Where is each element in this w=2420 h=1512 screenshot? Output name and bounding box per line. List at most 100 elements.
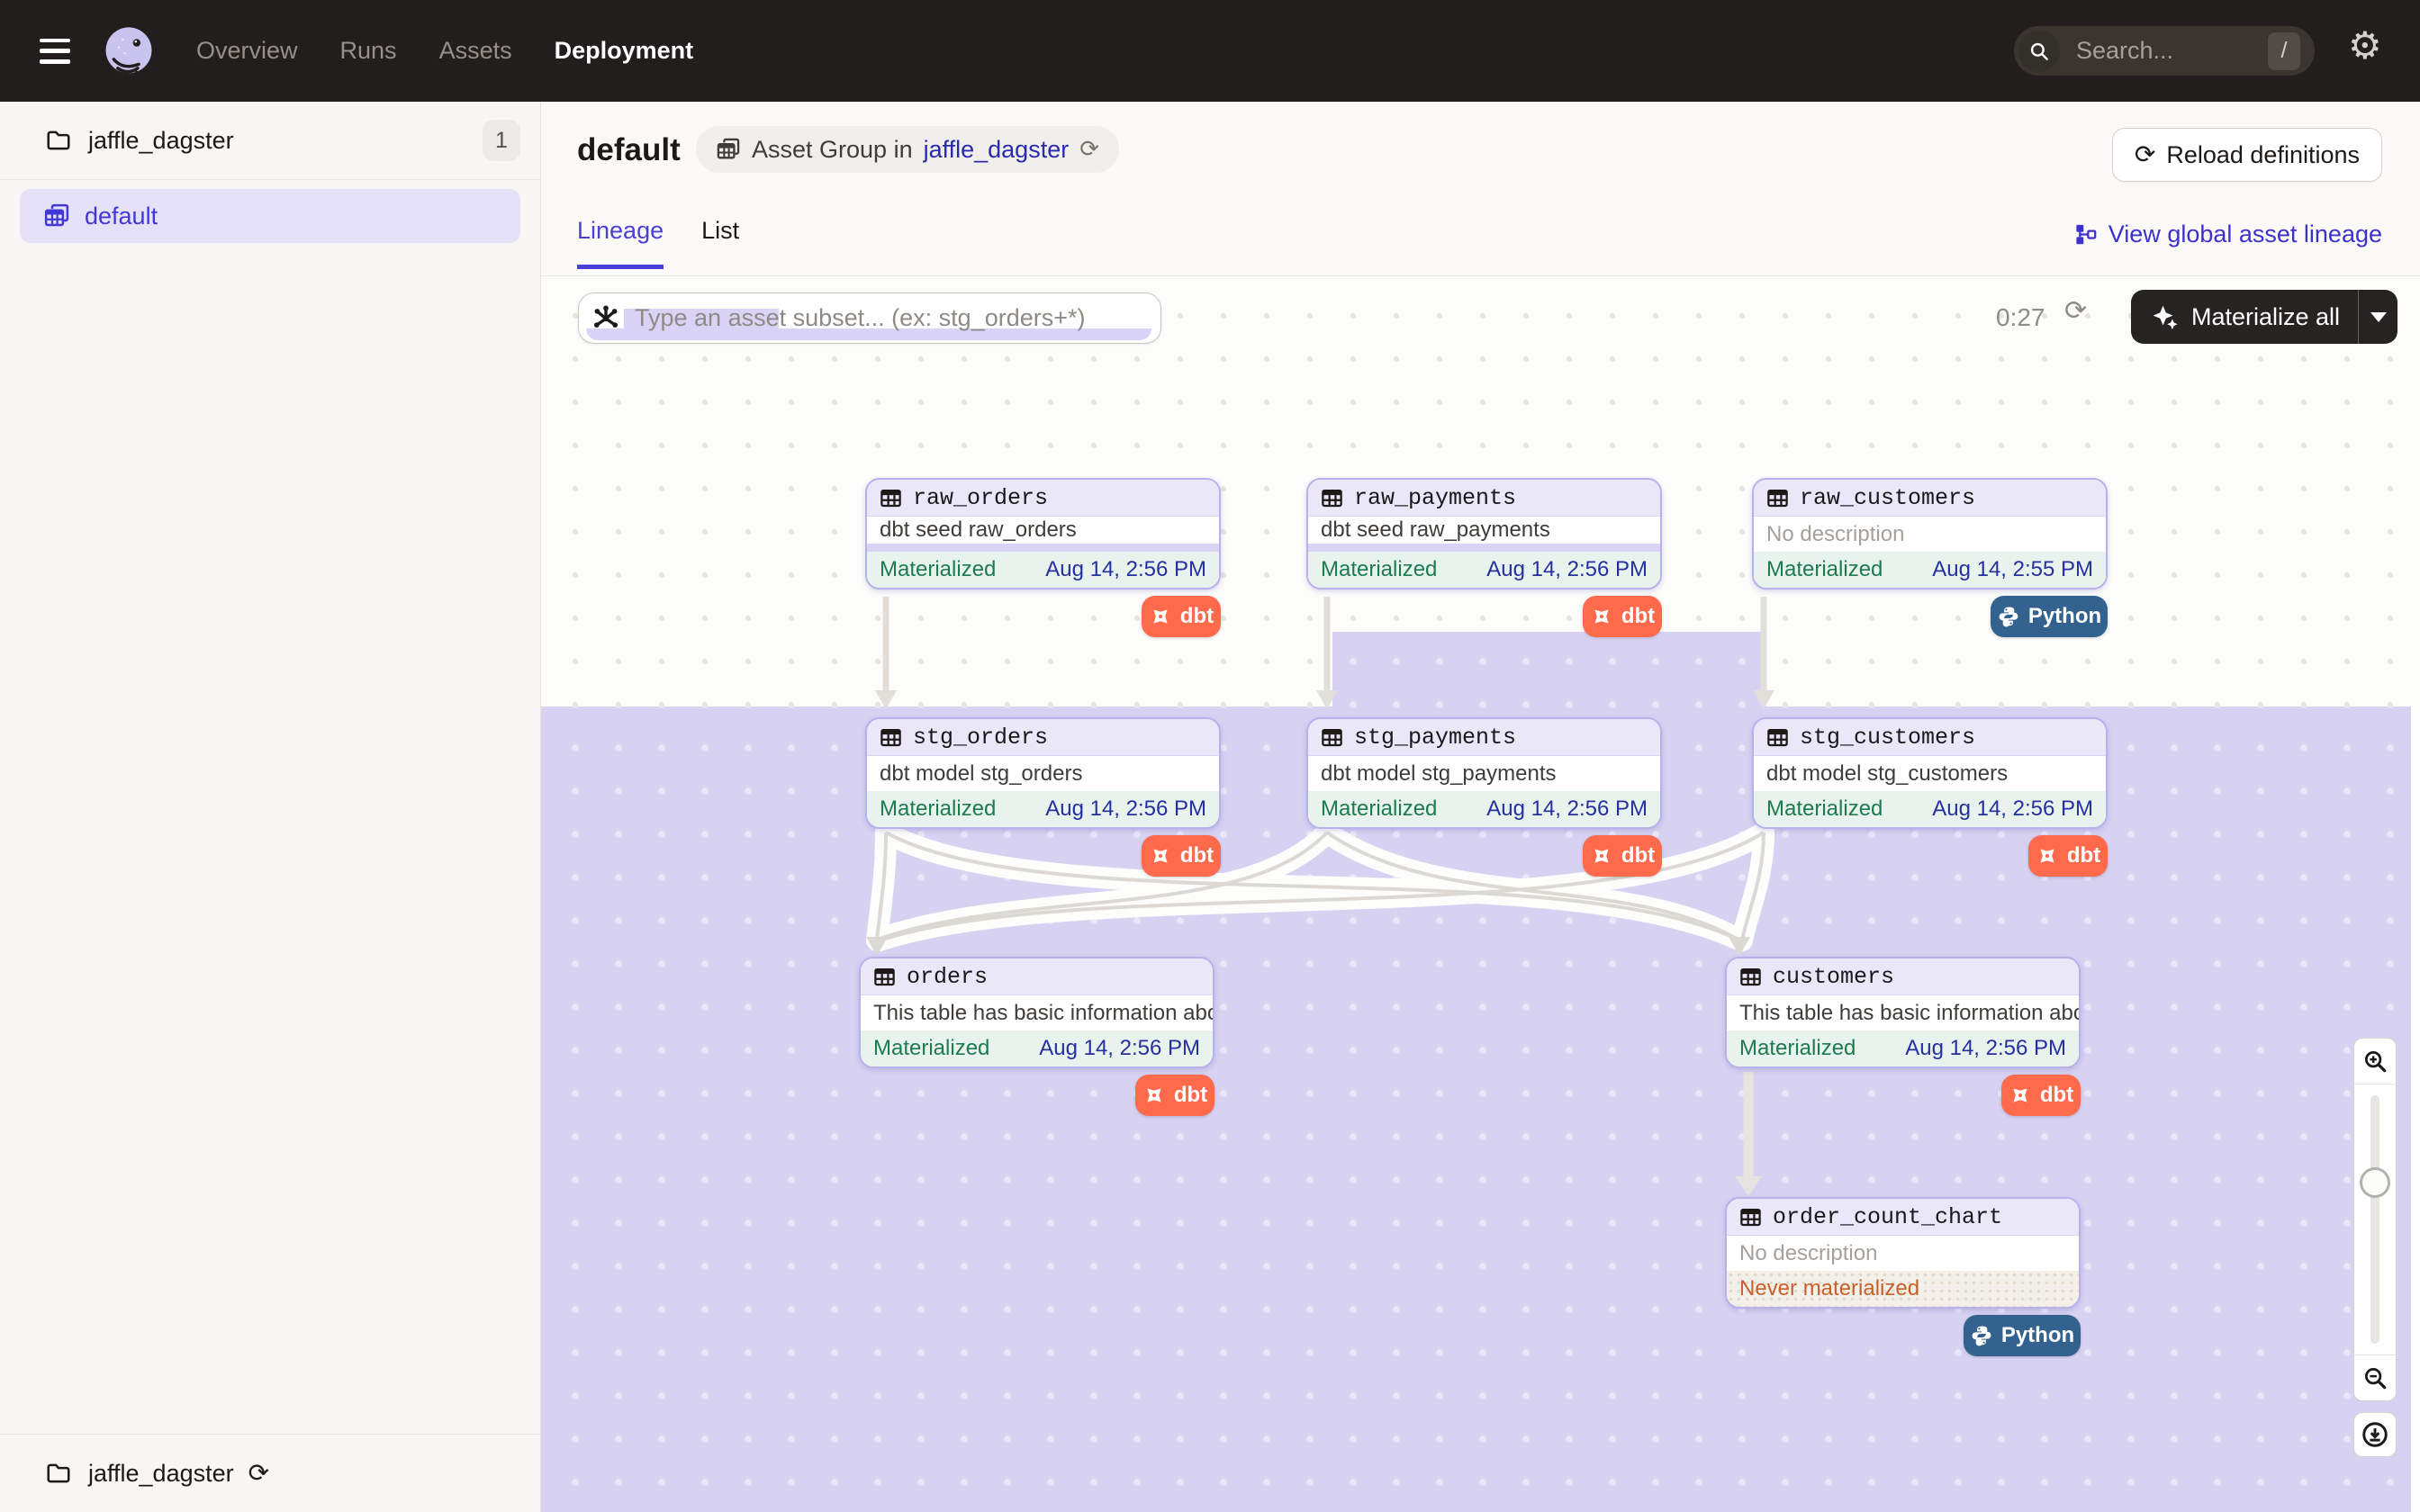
asset-node-header: stg_orders — [867, 719, 1219, 756]
table-icon — [1738, 965, 1763, 989]
view-global-asset-lineage-label: View global asset lineage — [2108, 220, 2382, 248]
dbt-icon — [1590, 605, 1613, 628]
page-header: default Asset Group in jaffle_dagster ⟳ … — [541, 102, 2420, 276]
asset-status-bar: Materialized Aug 14, 2:56 PM — [1308, 552, 1660, 588]
materialize-all-label: Materialize all — [2191, 303, 2340, 331]
dbt-badge: dbt — [1583, 835, 1662, 877]
table-icon — [879, 725, 903, 750]
search-shortcut-key: / — [2268, 32, 2300, 70]
asset-node-raw_customers[interactable]: raw_customers No description Materialize… — [1752, 478, 2108, 590]
selection-region — [1332, 632, 1764, 707]
python-badge: Python — [1991, 596, 2108, 637]
asset-node-raw_orders[interactable]: raw_orders dbt seed raw_orders Materiali… — [865, 478, 1221, 590]
asset-node-raw_payments[interactable]: raw_payments dbt seed raw_payments Mater… — [1306, 478, 1662, 590]
refresh-icon[interactable]: ⟳ — [248, 1461, 269, 1486]
refresh-icon[interactable]: ⟳ — [2064, 298, 2087, 325]
status-label: Materialized — [1766, 557, 1883, 582]
asset-description: dbt model stg_customers — [1754, 756, 2106, 791]
asset-filter-input[interactable]: Type an asset subset... (ex: stg_orders+… — [578, 292, 1161, 344]
status-label: Materialized — [880, 557, 996, 582]
status-label: Never materialized — [1739, 1276, 1919, 1301]
reload-definitions-label: Reload definitions — [2166, 141, 2360, 169]
zoom-in-button[interactable] — [2354, 1039, 2396, 1084]
zoom-controls — [2353, 1038, 2397, 1401]
nav-item-assets[interactable]: Assets — [439, 37, 512, 65]
selection-strip — [1308, 544, 1660, 552]
zoom-slider[interactable] — [2354, 1084, 2396, 1355]
status-time: Aug 14, 2:56 PM — [1039, 1036, 1200, 1061]
asset-lineage-canvas[interactable]: Type an asset subset... (ex: stg_orders+… — [541, 276, 2420, 1512]
search-input[interactable]: Search... / — [2014, 26, 2315, 76]
asset-node-order_count_chart[interactable]: order_count_chart No description Never m… — [1725, 1197, 2081, 1309]
zoom-out-button[interactable] — [2354, 1355, 2396, 1400]
asset-group-pill: Asset Group in jaffle_dagster ⟳ — [696, 126, 1119, 173]
reload-definitions-button[interactable]: ⟳ Reload definitions — [2112, 128, 2382, 182]
asset-name: stg_payments — [1354, 724, 1516, 751]
dbt-icon — [2009, 1084, 2032, 1107]
nav-item-deployment[interactable]: Deployment — [555, 37, 694, 65]
nav-item-runs[interactable]: Runs — [340, 37, 397, 65]
python-icon — [1997, 605, 2020, 628]
asset-name: customers — [1773, 964, 1894, 990]
asset-description: No description — [1727, 1236, 2079, 1271]
refresh-icon[interactable]: ⟳ — [1079, 138, 1099, 161]
zoom-slider-knob[interactable] — [2360, 1167, 2390, 1198]
asset-status-bar: Materialized Aug 14, 2:56 PM — [867, 552, 1219, 588]
asset-group-pill-text: Asset Group in — [752, 136, 913, 164]
dbt-icon — [1149, 844, 1172, 868]
sidebar: jaffle_dagster 1 default jaffle_dagster … — [0, 102, 541, 1512]
dagster-octopus-logo[interactable] — [101, 23, 157, 79]
asset-node-stg_payments[interactable]: stg_payments dbt model stg_payments Mate… — [1306, 717, 1662, 829]
dbt-icon — [1149, 605, 1172, 628]
dbt-icon — [2036, 844, 2059, 868]
menu-icon[interactable] — [40, 39, 70, 64]
table-icon — [1738, 1205, 1763, 1229]
view-global-asset-lineage-link[interactable]: View global asset lineage — [2073, 220, 2382, 248]
gear-icon[interactable]: ⚙ — [2348, 27, 2382, 65]
sparkle-icon — [2151, 303, 2179, 331]
asset-node-header: customers — [1727, 958, 2079, 995]
asset-description: This table has basic information about .… — [1727, 995, 2079, 1030]
download-image-button[interactable] — [2353, 1412, 2397, 1457]
asset-node-stg_orders[interactable]: stg_orders dbt model stg_orders Material… — [865, 717, 1221, 829]
asset-group-repo-link[interactable]: jaffle_dagster — [924, 136, 1070, 164]
dagster-app: Overview Runs Assets Deployment Search..… — [0, 0, 2420, 1512]
asset-node-header: order_count_chart — [1727, 1199, 2079, 1236]
materialize-all-button[interactable]: Materialize all — [2131, 290, 2397, 344]
top-nav: Overview Runs Assets Deployment Search..… — [0, 0, 2420, 102]
search-icon — [2018, 31, 2060, 72]
status-label: Materialized — [880, 796, 996, 822]
table-icon — [1320, 725, 1344, 750]
badge-label: dbt — [2067, 843, 2100, 868]
asset-name: stg_customers — [1800, 724, 1975, 751]
asset-node-header: raw_customers — [1754, 480, 2106, 517]
table-group-icon — [43, 202, 70, 230]
asset-node-header: raw_payments — [1308, 480, 1660, 517]
status-time: Aug 14, 2:56 PM — [1486, 557, 1648, 582]
table-icon — [1320, 486, 1344, 510]
asset-description: No description — [1754, 517, 2106, 552]
op-selector-icon — [591, 303, 621, 334]
status-time: Aug 14, 2:56 PM — [1045, 796, 1206, 822]
nav-item-overview[interactable]: Overview — [196, 37, 298, 65]
refresh-icon: ⟳ — [2135, 142, 2155, 167]
asset-status-bar: Materialized Aug 14, 2:56 PM — [867, 791, 1219, 827]
tab-lineage[interactable]: Lineage — [577, 217, 664, 269]
asset-status-bar: Never materialized — [1727, 1271, 2079, 1307]
zoom-out-icon — [2361, 1364, 2388, 1391]
asset-name: raw_orders — [913, 485, 1048, 511]
asset-node-stg_customers[interactable]: stg_customers dbt model stg_customers Ma… — [1752, 717, 2108, 829]
folder-icon — [45, 1460, 72, 1487]
sidebar-repo-label: jaffle_dagster — [88, 127, 483, 155]
sidebar-item-label: default — [85, 202, 158, 230]
materialize-options-button[interactable] — [2359, 312, 2397, 322]
asset-node-orders[interactable]: orders This table has basic information … — [859, 957, 1215, 1068]
refresh-timer: 0:27 — [1996, 303, 2045, 332]
tab-list[interactable]: List — [701, 217, 739, 269]
sidebar-repo-row[interactable]: jaffle_dagster 1 — [0, 102, 540, 179]
sidebar-item-default[interactable]: default — [20, 189, 520, 243]
asset-status-bar: Materialized Aug 14, 2:55 PM — [1754, 552, 2106, 588]
badge-label: dbt — [2040, 1083, 2073, 1108]
asset-node-customers[interactable]: customers This table has basic informati… — [1725, 957, 2081, 1068]
dbt-badge: dbt — [2001, 1075, 2081, 1116]
